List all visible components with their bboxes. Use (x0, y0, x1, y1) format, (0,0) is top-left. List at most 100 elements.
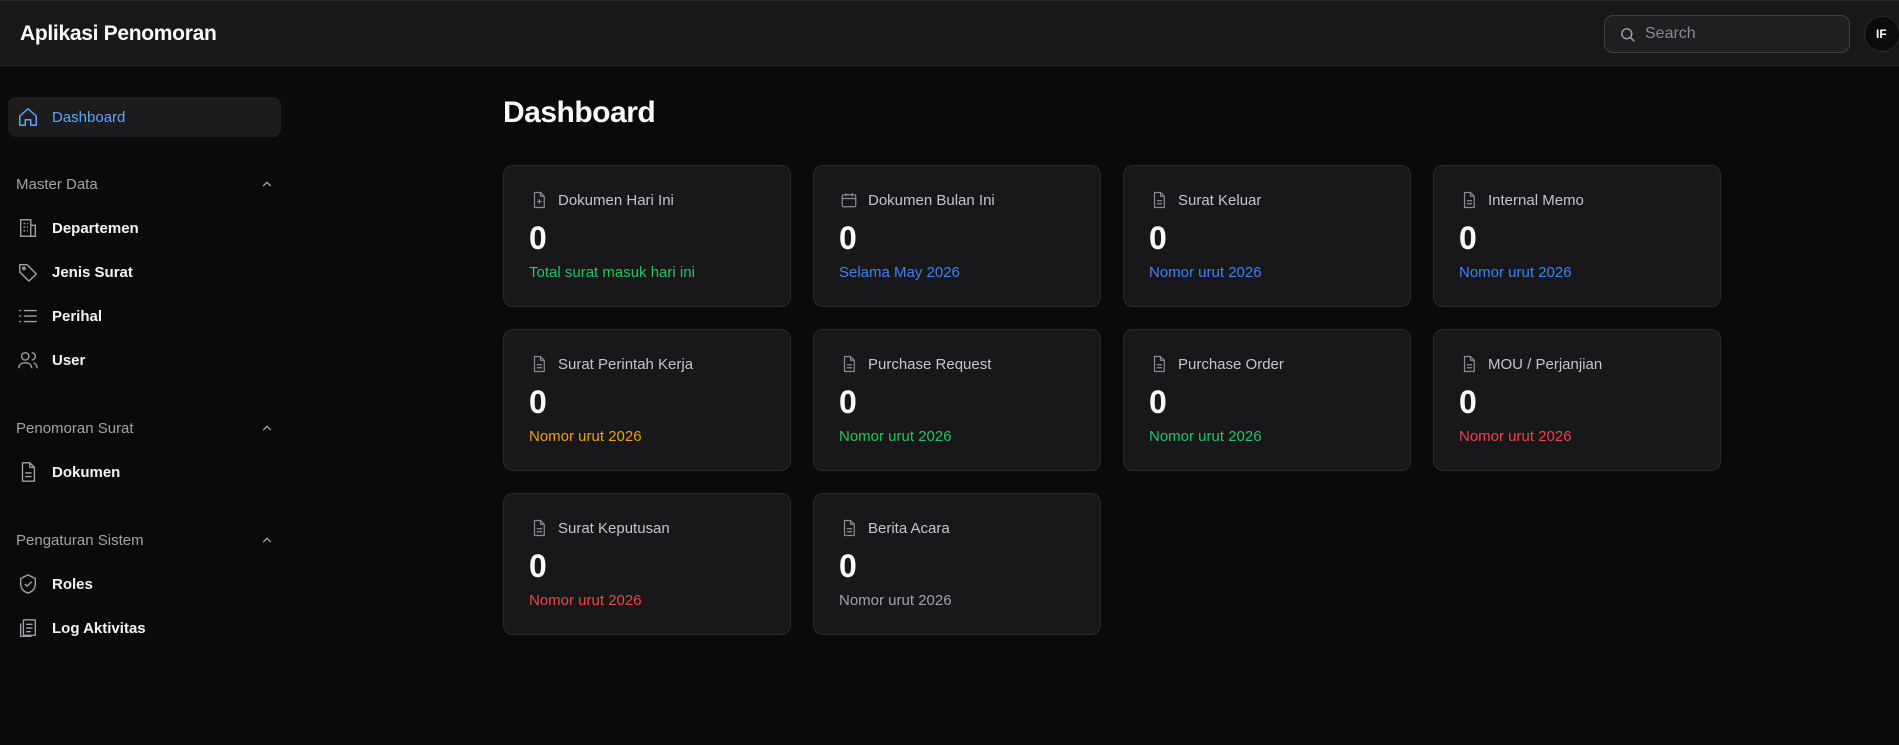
shield-check-icon (16, 572, 40, 596)
section-penomoran-surat[interactable]: Penomoran Surat (16, 416, 274, 440)
top-bar: Aplikasi Penomoran IF (0, 0, 1899, 66)
sidebar-item-jenis-surat[interactable]: Jenis Surat (8, 252, 281, 292)
sidebar-item-label: Roles (52, 575, 93, 593)
file-text-icon (840, 518, 858, 538)
card-subtitle: Nomor urut 2026 (839, 428, 952, 445)
card-label: Purchase Order (1178, 355, 1284, 373)
card-header: Internal Memo (1460, 190, 1584, 210)
card-subtitle: Nomor urut 2026 (1149, 428, 1262, 445)
tag-icon (16, 260, 40, 284)
file-text-icon (530, 518, 548, 538)
sidebar-item-label: Perihal (52, 307, 103, 325)
card-subtitle: Nomor urut 2026 (1459, 428, 1572, 445)
card-header: Berita Acara (840, 518, 950, 538)
building-icon (16, 216, 40, 240)
stat-card: Surat Perintah Kerja 0 Nomor urut 2026 (503, 329, 791, 471)
section-title: Penomoran Surat (16, 419, 134, 437)
card-subtitle: Nomor urut 2026 (529, 428, 642, 445)
card-label: Surat Keluar (1178, 191, 1262, 209)
card-value: 0 (839, 384, 857, 420)
card-subtitle: Selama May 2026 (839, 264, 960, 281)
sidebar: Dashboard Master Data Departemen Jenis S… (0, 66, 290, 745)
search-input[interactable] (1645, 16, 1841, 52)
card-header: Surat Keputusan (530, 518, 670, 538)
card-value: 0 (529, 548, 547, 584)
card-label: MOU / Perjanjian (1488, 355, 1603, 373)
sidebar-item-label: Log Aktivitas (52, 619, 146, 637)
file-text-icon (1150, 354, 1168, 374)
file-icon (16, 460, 40, 484)
chevron-up-icon (262, 537, 272, 543)
card-label: Surat Perintah Kerja (558, 355, 694, 373)
sidebar-item-dokumen[interactable]: Dokumen (8, 452, 281, 492)
card-subtitle: Nomor urut 2026 (529, 592, 642, 609)
sidebar-item-label: User (52, 351, 86, 369)
card-subtitle: Nomor urut 2026 (1149, 264, 1262, 281)
card-label: Purchase Request (868, 355, 992, 373)
sidebar-item-label: Dashboard (52, 108, 126, 126)
card-subtitle: Total surat masuk hari ini (529, 264, 695, 281)
sidebar-item-dashboard[interactable]: Dashboard (8, 97, 281, 137)
sidebar-item-label: Dokumen (52, 463, 121, 481)
sidebar-item-departemen[interactable]: Departemen (8, 208, 281, 248)
section-title: Master Data (16, 175, 98, 193)
file-text-icon (1150, 190, 1168, 210)
card-value: 0 (529, 220, 547, 256)
sidebar-item-perihal[interactable]: Perihal (8, 296, 281, 336)
file-text-icon (1460, 354, 1478, 374)
card-label: Dokumen Hari Ini (558, 191, 674, 209)
stat-card: Internal Memo 0 Nomor urut 2026 (1433, 165, 1721, 307)
card-value: 0 (1149, 384, 1167, 420)
stat-card: Purchase Order 0 Nomor urut 2026 (1123, 329, 1411, 471)
card-value: 0 (839, 220, 857, 256)
card-header: Dokumen Hari Ini (530, 190, 674, 210)
section-master-data[interactable]: Master Data (16, 172, 274, 196)
card-header: Purchase Order (1150, 354, 1284, 374)
app-title: Aplikasi Penomoran (20, 22, 217, 45)
card-value: 0 (1459, 220, 1477, 256)
chevron-up-icon (262, 181, 272, 187)
avatar[interactable]: IF (1864, 16, 1899, 52)
section-pengaturan-sistem[interactable]: Pengaturan Sistem (16, 528, 274, 552)
card-value: 0 (1149, 220, 1167, 256)
search-box[interactable] (1604, 15, 1850, 53)
card-value: 0 (529, 384, 547, 420)
page-title: Dashboard (503, 96, 656, 129)
file-text-icon (840, 354, 858, 374)
card-subtitle: Nomor urut 2026 (1459, 264, 1572, 281)
stat-card: MOU / Perjanjian 0 Nomor urut 2026 (1433, 329, 1721, 471)
chevron-up-icon (262, 425, 272, 431)
card-header: Purchase Request (840, 354, 991, 374)
file-text-icon (1460, 190, 1478, 210)
sidebar-item-roles[interactable]: Roles (8, 564, 281, 604)
calendar-icon (840, 190, 858, 210)
stat-card: Berita Acara 0 Nomor urut 2026 (813, 493, 1101, 635)
file-text-icon (530, 354, 548, 374)
sidebar-item-label: Jenis Surat (52, 263, 133, 281)
list-icon (16, 304, 40, 328)
card-label: Internal Memo (1488, 191, 1584, 209)
section-title: Pengaturan Sistem (16, 531, 144, 549)
stat-card: Dokumen Hari Ini 0 Total surat masuk hari … (503, 165, 791, 307)
search-icon (1621, 28, 1635, 42)
card-value: 0 (839, 548, 857, 584)
stat-card: Surat Keluar 0 Nomor urut 2026 (1123, 165, 1411, 307)
card-header: Surat Keluar (1150, 190, 1261, 210)
file-plus-icon (530, 190, 548, 210)
card-header: MOU / Perjanjian (1460, 354, 1602, 374)
sidebar-item-user[interactable]: User (8, 340, 281, 380)
card-label: Berita Acara (868, 519, 950, 537)
users-icon (16, 348, 40, 372)
card-subtitle: Nomor urut 2026 (839, 592, 952, 609)
card-label: Dokumen Bulan Ini (868, 191, 995, 209)
stat-card: Purchase Request 0 Nomor urut 2026 (813, 329, 1101, 471)
card-header: Surat Perintah Kerja (530, 354, 693, 374)
stat-card: Surat Keputusan 0 Nomor urut 2026 (503, 493, 791, 635)
card-value: 0 (1459, 384, 1477, 420)
stat-card: Dokumen Bulan Ini 0 Selama May 2026 (813, 165, 1101, 307)
sidebar-item-log-aktivitas[interactable]: Log Aktivitas (8, 608, 281, 648)
home-icon (16, 105, 40, 129)
sidebar-item-label: Departemen (52, 219, 139, 237)
card-header: Dokumen Bulan Ini (840, 190, 995, 210)
clipboard-list-icon (16, 616, 40, 640)
